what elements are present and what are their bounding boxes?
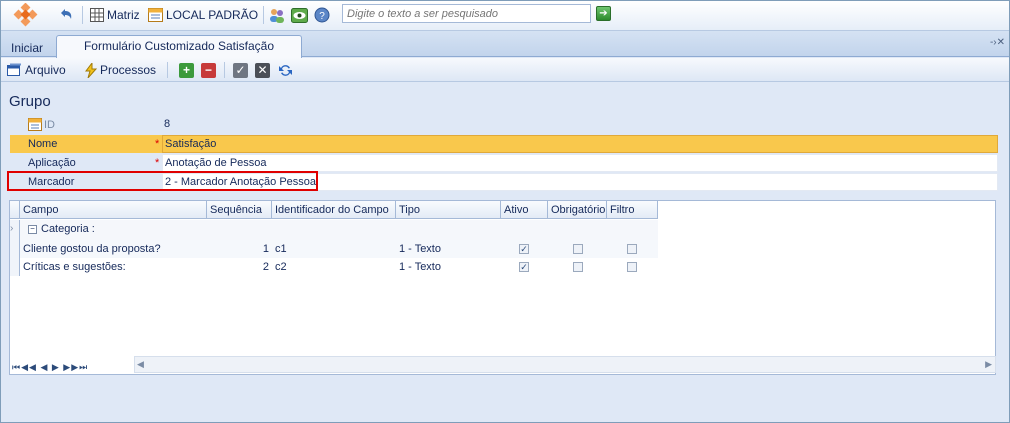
- row-selector-header: [10, 201, 20, 219]
- cell-tipo: 1 - Texto: [399, 261, 441, 273]
- svg-text:?: ?: [319, 11, 325, 22]
- eye-icon: [291, 7, 308, 23]
- cell-campo: Críticas e sugestões:: [23, 261, 126, 273]
- calendar-icon: [148, 8, 163, 22]
- help-button[interactable]: ?: [314, 6, 330, 24]
- search-go-button[interactable]: ➔: [596, 6, 611, 21]
- category-group-row[interactable]: › − Categoria :: [10, 220, 658, 240]
- matriz-label: Matriz: [107, 8, 140, 22]
- filtro-checkbox[interactable]: [627, 262, 637, 272]
- confirm-button[interactable]: ✓: [233, 62, 248, 78]
- table-row[interactable]: Cliente gostou da proposta? 1 c1 1 - Tex…: [10, 240, 658, 258]
- campos-grid: Campo Sequência Identificador do Campo T…: [9, 200, 996, 375]
- calendar-icon: [28, 118, 42, 131]
- id-label: ID: [44, 119, 55, 131]
- ativo-checkbox[interactable]: ✓: [519, 244, 529, 254]
- header-sequencia[interactable]: Sequência: [207, 201, 272, 219]
- aplicacao-label: Aplicação: [28, 157, 76, 169]
- arquivo-menu[interactable]: Arquivo: [7, 62, 66, 78]
- current-row-indicator-icon: ›: [10, 220, 20, 240]
- filtro-checkbox[interactable]: [627, 244, 637, 254]
- view-button[interactable]: [291, 6, 308, 24]
- cancel-button[interactable]: ✕: [255, 62, 270, 78]
- category-label: − Categoria :: [28, 223, 95, 235]
- tab-formulario[interactable]: Formulário Customizado Satisfação: [56, 35, 302, 58]
- scroll-left-icon[interactable]: ◀: [137, 359, 144, 370]
- header-tipo[interactable]: Tipo: [396, 201, 501, 219]
- close-icon: ✕: [255, 62, 270, 78]
- cell-identificador: c1: [275, 243, 287, 255]
- processos-menu[interactable]: Processos: [85, 62, 156, 78]
- arquivo-label: Arquivo: [25, 63, 66, 77]
- check-icon: ✓: [233, 62, 248, 78]
- local-button[interactable]: LOCAL PADRÃO: [148, 6, 258, 24]
- cell-identificador: c2: [275, 261, 287, 273]
- action-toolbar: Arquivo Processos + − ✓ ✕: [1, 58, 1009, 82]
- toolbar-divider: [167, 62, 168, 78]
- app-window: Matriz LOCAL PADRÃO ? ➔ Iniciar Formulár…: [0, 0, 1010, 423]
- record-navigator[interactable]: ⏮◀◀ ◀ ▶ ▶▶⏭: [12, 362, 88, 373]
- table-row[interactable]: Críticas e sugestões: 2 c2 1 - Texto ✓: [10, 258, 658, 276]
- nome-label: Nome: [28, 138, 58, 150]
- toolbar-divider: [224, 62, 225, 78]
- window-icon: [7, 63, 21, 76]
- group-title: Grupo: [9, 93, 51, 110]
- matriz-button[interactable]: Matriz: [90, 6, 140, 24]
- aplicacao-field[interactable]: Anotação de Pessoa: [162, 154, 998, 172]
- scroll-right-icon[interactable]: ▶: [985, 359, 992, 370]
- required-marker: *: [155, 138, 160, 150]
- plus-icon: +: [179, 62, 194, 78]
- row-selector[interactable]: [10, 258, 20, 276]
- back-button[interactable]: [57, 6, 75, 24]
- tab-home[interactable]: Iniciar: [11, 41, 43, 55]
- nome-row[interactable]: Nome * Satisfação: [10, 135, 998, 153]
- nome-field[interactable]: Satisfação: [162, 135, 998, 153]
- grid-icon: [90, 8, 104, 22]
- horizontal-scrollbar[interactable]: ◀ ▶: [134, 356, 996, 373]
- aplicacao-row[interactable]: Aplicação * Anotação de Pessoa: [10, 154, 998, 172]
- header-filtro[interactable]: Filtro: [607, 201, 658, 219]
- top-toolbar: Matriz LOCAL PADRÃO ? ➔: [1, 1, 1009, 31]
- cell-sequencia: 2: [262, 261, 269, 273]
- remove-button[interactable]: −: [201, 62, 216, 78]
- cell-sequencia: 1: [262, 243, 269, 255]
- content-area: Grupo ID 8 Nome * Satisfação Aplicação *…: [2, 83, 1008, 422]
- minus-icon: −: [201, 62, 216, 78]
- cell-campo: Cliente gostou da proposta?: [23, 243, 161, 255]
- id-row: ID 8: [10, 116, 998, 134]
- search-input[interactable]: [342, 4, 591, 23]
- id-value: 8: [164, 118, 171, 130]
- refresh-icon: [279, 64, 292, 76]
- pin-icon[interactable]: -›✕: [990, 37, 1005, 48]
- local-label: LOCAL PADRÃO: [166, 8, 259, 22]
- logo-icon[interactable]: [11, 3, 41, 33]
- tab-strip: Iniciar Formulário Customizado Satisfaçã…: [1, 31, 1009, 58]
- header-ativo[interactable]: Ativo: [501, 201, 548, 219]
- processos-label: Processos: [100, 63, 157, 77]
- refresh-button[interactable]: [278, 62, 293, 78]
- obrigatorio-checkbox[interactable]: [573, 262, 583, 272]
- toolbar-divider: [82, 6, 83, 24]
- category-text: Categoria :: [41, 223, 95, 235]
- header-obrigatorio[interactable]: Obrigatório: [548, 201, 607, 219]
- ativo-checkbox[interactable]: ✓: [519, 262, 529, 272]
- required-marker: *: [155, 157, 160, 169]
- grid-header: Campo Sequência Identificador do Campo T…: [10, 201, 658, 219]
- add-button[interactable]: +: [179, 62, 194, 78]
- users-icon: [270, 8, 284, 23]
- row-selector[interactable]: [10, 240, 20, 258]
- marcador-highlight: [7, 171, 318, 191]
- cell-tipo: 1 - Texto: [399, 243, 441, 255]
- header-campo[interactable]: Campo: [20, 201, 207, 219]
- obrigatorio-checkbox[interactable]: [573, 244, 583, 254]
- toolbar-divider: [263, 6, 264, 24]
- users-button[interactable]: [269, 6, 286, 24]
- back-arrow-icon: [61, 9, 72, 19]
- collapse-icon[interactable]: −: [28, 224, 37, 234]
- header-identificador[interactable]: Identificador do Campo: [272, 201, 396, 219]
- help-icon: ?: [314, 7, 330, 23]
- lightning-icon: [85, 62, 97, 78]
